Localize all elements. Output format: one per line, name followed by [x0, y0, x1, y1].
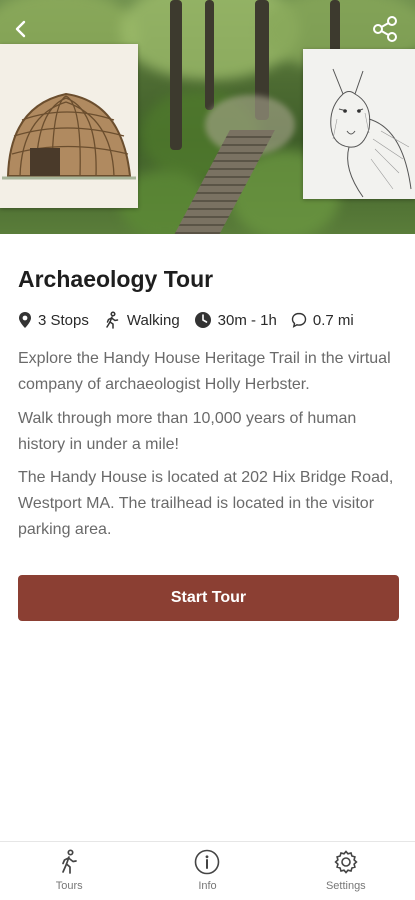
description-paragraph: Walk through more than 10,000 years of h… [18, 410, 357, 453]
nav-label-info: Info [198, 880, 217, 892]
travel-mode: Walking [103, 311, 180, 329]
hero-image [0, 0, 415, 234]
speech-bubble-icon [291, 312, 307, 328]
duration-label: 30m - 1h [217, 311, 277, 329]
wetu-illustration [0, 44, 138, 208]
description-paragraph: Explore the Handy House Heritage Trail i… [18, 350, 391, 393]
mode-label: Walking [126, 311, 180, 329]
back-button[interactable] [8, 16, 34, 42]
stops-count: 3 Stops [18, 311, 89, 329]
bottom-navigation: Tours Info Settings [0, 841, 415, 900]
nav-item-info[interactable]: Info [138, 842, 276, 900]
nav-item-settings[interactable]: Settings [277, 842, 415, 900]
tour-duration: 30m - 1h [194, 311, 277, 329]
nav-item-tours[interactable]: Tours [0, 842, 138, 900]
location-pin-icon [19, 312, 31, 328]
description-paragraph: The Handy House is located at 202 Hix Br… [18, 469, 394, 538]
share-button[interactable] [368, 12, 402, 46]
nav-label-settings: Settings [325, 880, 366, 892]
tour-meta: 3 Stops Walking 30m - 1h 0.7 mi [18, 309, 368, 331]
nav-label-tours: Tours [55, 880, 83, 892]
walking-icon [106, 311, 119, 329]
page-title: Archaeology Tour [18, 266, 214, 292]
clock-icon [194, 312, 211, 328]
distance-label: 0.7 mi [312, 311, 354, 329]
tour-distance: 0.7 mi [291, 312, 354, 329]
chevron-left-icon [15, 20, 26, 38]
start-tour-button[interactable]: Start Tour [18, 575, 399, 621]
gear-icon [334, 850, 358, 874]
share-icon [373, 16, 397, 42]
walking-person-icon [62, 849, 78, 874]
wolf-sketch [303, 49, 415, 199]
stops-label: 3 Stops [38, 311, 89, 329]
info-icon [195, 849, 220, 875]
